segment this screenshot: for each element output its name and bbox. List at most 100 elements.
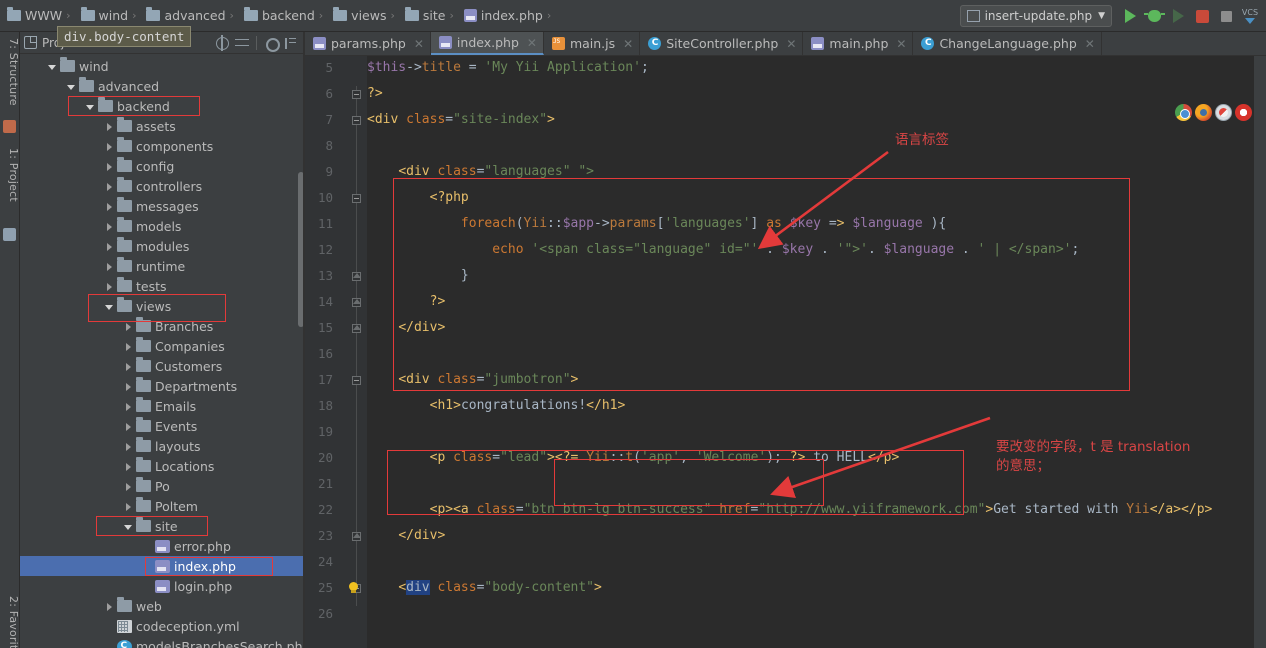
close-icon[interactable]: ✕ <box>1085 37 1095 51</box>
code-line[interactable]: <p class="lead"><?= Yii::t('app', 'Welco… <box>367 450 900 465</box>
breadcrumb-item-index-php[interactable]: index.php › <box>461 5 558 27</box>
fold-toggle[interactable] <box>351 271 362 282</box>
tool-tab-structure[interactable]: 7: Structure <box>0 34 20 110</box>
chevron-right-icon[interactable] <box>123 421 134 432</box>
code-line[interactable]: <p><a class="btn btn-lg btn-success" hre… <box>367 502 1213 517</box>
tree-item-wind[interactable]: wind <box>20 56 305 76</box>
tree-item-layouts[interactable]: layouts <box>20 436 305 456</box>
code-line[interactable]: ?> <box>367 294 446 309</box>
collapse-all-icon[interactable] <box>234 35 250 51</box>
chevron-right-icon[interactable] <box>123 361 134 372</box>
editor-tab-params-php[interactable]: params.php ✕ <box>305 32 431 55</box>
intention-bulb-icon[interactable] <box>347 582 360 595</box>
tool-tab-favorites[interactable]: 2: Favorites <box>0 592 20 648</box>
code-editor[interactable]: 5 6 7 8 9 10 11 12 13 14 15 16 17 18 19 20 21 22 23 24 25 26 … <box>305 56 1266 648</box>
chevron-right-icon[interactable] <box>123 321 134 332</box>
code-line[interactable]: foreach(Yii::$app->params['languages'] a… <box>367 216 946 231</box>
fold-toggle[interactable] <box>351 323 362 334</box>
chevron-right-icon[interactable] <box>104 281 115 292</box>
project-tree[interactable]: wind advanced backend assets components confi… <box>20 54 305 648</box>
fold-toggle[interactable] <box>351 89 362 100</box>
chevron-down-icon[interactable] <box>104 301 115 312</box>
tree-item-emails[interactable]: Emails <box>20 396 305 416</box>
vcs-update-button[interactable]: VCS <box>1239 5 1261 27</box>
fold-toggle[interactable] <box>351 193 362 204</box>
chevron-down-icon[interactable] <box>47 61 58 72</box>
close-icon[interactable]: ✕ <box>527 36 537 50</box>
close-icon[interactable]: ✕ <box>623 37 633 51</box>
tree-item-departments[interactable]: Departments <box>20 376 305 396</box>
breadcrumb-item-backend[interactable]: backend › <box>241 5 330 27</box>
tree-item-error-php[interactable]: error.php <box>20 536 305 556</box>
breadcrumb-item-site[interactable]: site › <box>402 5 461 27</box>
chevron-right-icon[interactable] <box>104 121 115 132</box>
code-line[interactable]: <div class="site-index"> <box>367 112 555 127</box>
breadcrumb-item-www[interactable]: WWW › <box>4 5 78 27</box>
chevron-right-icon[interactable] <box>123 381 134 392</box>
scroll-from-source-icon[interactable] <box>214 34 230 51</box>
code-line[interactable]: </div> <box>367 528 445 543</box>
chevron-right-icon[interactable] <box>104 601 115 612</box>
tree-item-companies[interactable]: Companies <box>20 336 305 356</box>
code-line[interactable]: <?php <box>367 190 469 205</box>
chrome-icon[interactable] <box>1175 104 1192 121</box>
code-line[interactable]: echo '<span class="language" id="' . $ke… <box>367 242 1079 257</box>
tree-item-events[interactable]: Events <box>20 416 305 436</box>
editor-tab-main-js[interactable]: main.js ✕ <box>544 32 641 55</box>
chevron-down-icon[interactable] <box>66 81 77 92</box>
tree-item-site[interactable]: site <box>20 516 305 536</box>
close-icon[interactable]: ✕ <box>414 37 424 51</box>
breadcrumb-item-views[interactable]: views › <box>330 5 402 27</box>
chevron-right-icon[interactable] <box>123 461 134 472</box>
tree-item-branches[interactable]: Branches <box>20 316 305 336</box>
tool-tab-project[interactable]: 1: Project <box>0 144 20 206</box>
chevron-right-icon[interactable] <box>104 201 115 212</box>
code-content[interactable]: $this->title = 'My Yii Application'; ?> <d… <box>367 56 1266 648</box>
tree-item-advanced[interactable]: advanced <box>20 76 305 96</box>
opera-icon[interactable] <box>1235 104 1252 121</box>
chevron-right-icon[interactable] <box>123 401 134 412</box>
stop-button[interactable] <box>1215 5 1237 27</box>
chevron-right-icon[interactable] <box>123 501 134 512</box>
code-line[interactable]: $this->title = 'My Yii Application'; <box>367 60 649 75</box>
gear-icon[interactable] <box>263 35 280 52</box>
chevron-down-icon[interactable] <box>123 521 134 532</box>
tree-item-login-php[interactable]: login.php <box>20 576 305 596</box>
editor-right-gutter[interactable] <box>1254 56 1266 648</box>
fold-toggle[interactable] <box>351 297 362 308</box>
tree-item-components[interactable]: components <box>20 136 305 156</box>
code-line[interactable]: <h1>congratulations!</h1> <box>367 398 626 413</box>
tree-item-assets[interactable]: assets <box>20 116 305 136</box>
tree-item-poltem[interactable]: Poltem <box>20 496 305 516</box>
code-line[interactable]: <div class="jumbotron"> <box>367 372 578 387</box>
tree-item-modelsbranchessearch-php[interactable]: modelsBranchesSearch.php <box>20 636 305 648</box>
editor-gutter[interactable]: 5 6 7 8 9 10 11 12 13 14 15 16 17 18 19 20 21 22 23 24 25 26 <box>305 56 367 648</box>
tree-item-modules[interactable]: modules <box>20 236 305 256</box>
close-icon[interactable]: ✕ <box>896 37 906 51</box>
rerun-button[interactable] <box>1167 5 1189 27</box>
close-icon[interactable]: ✕ <box>786 37 796 51</box>
tree-item-config[interactable]: config <box>20 156 305 176</box>
chevron-right-icon[interactable] <box>104 261 115 272</box>
fold-toggle[interactable] <box>351 375 362 386</box>
code-line[interactable]: } <box>367 268 469 283</box>
debug-button[interactable] <box>1143 5 1165 27</box>
chevron-right-icon[interactable] <box>104 181 115 192</box>
chevron-down-icon[interactable] <box>85 101 96 112</box>
chevron-right-icon[interactable] <box>104 241 115 252</box>
tree-item-index-php[interactable]: index.php <box>20 556 305 576</box>
tree-item-customers[interactable]: Customers <box>20 356 305 376</box>
tree-item-views[interactable]: views <box>20 296 305 316</box>
firefox-icon[interactable] <box>1195 104 1212 121</box>
tree-item-tests[interactable]: tests <box>20 276 305 296</box>
run-configuration-selector[interactable]: insert-update.php ▼ <box>959 5 1112 27</box>
editor-tab-main-php[interactable]: main.php ✕ <box>803 32 914 55</box>
code-line[interactable]: <div class="body-content"> <box>367 580 602 595</box>
editor-tab-sitecontroller-php[interactable]: SiteController.php ✕ <box>640 32 804 55</box>
tree-item-messages[interactable]: messages <box>20 196 305 216</box>
code-line[interactable]: <div class="languages" "> <box>367 164 594 179</box>
chevron-right-icon[interactable] <box>104 161 115 172</box>
chevron-right-icon[interactable] <box>104 141 115 152</box>
run-button[interactable] <box>1119 5 1141 27</box>
breadcrumb-item-advanced[interactable]: advanced › <box>143 5 240 27</box>
